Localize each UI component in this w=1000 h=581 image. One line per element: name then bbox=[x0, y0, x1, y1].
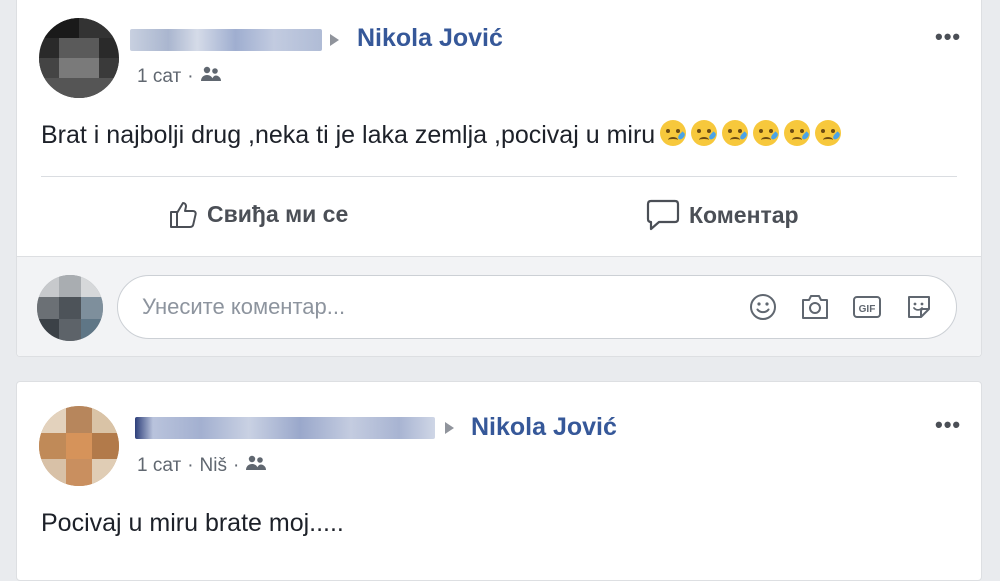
friends-audience-icon[interactable] bbox=[245, 455, 267, 477]
crying-face-emoji-icon bbox=[753, 120, 780, 146]
post-time[interactable]: 1 сат bbox=[137, 455, 181, 477]
user-avatar[interactable] bbox=[37, 275, 103, 341]
post-text: Pocivaj u miru brate moj..... bbox=[41, 509, 344, 537]
share-arrow-icon bbox=[445, 422, 454, 434]
svg-text:GIF: GIF bbox=[859, 304, 876, 315]
post-text: Brat i najbolji drug ,neka ti je laka ze… bbox=[41, 120, 842, 150]
thumbs-up-icon bbox=[170, 202, 197, 228]
divider bbox=[41, 176, 957, 177]
crying-face-emoji-icon bbox=[784, 120, 811, 146]
sticker-icon[interactable] bbox=[902, 290, 936, 324]
like-button[interactable]: Свиђа ми се bbox=[167, 198, 348, 230]
camera-icon[interactable] bbox=[798, 290, 832, 324]
crying-face-emoji-icon bbox=[722, 120, 749, 146]
target-profile-name[interactable]: Nikola Jović bbox=[357, 24, 503, 53]
blurred-author-name[interactable] bbox=[130, 29, 322, 51]
crying-face-emoji-icon bbox=[691, 120, 718, 146]
crying-face-emoji-icon bbox=[815, 120, 842, 146]
post-meta: 1 сат · bbox=[137, 66, 222, 88]
like-label: Свиђа ми се bbox=[207, 200, 349, 227]
share-arrow-icon bbox=[330, 34, 339, 46]
crying-face-emoji-icon bbox=[660, 120, 687, 146]
crying-emoji-row bbox=[655, 120, 842, 149]
friends-audience-icon[interactable] bbox=[200, 66, 222, 88]
comment-label: Коментар bbox=[689, 201, 799, 228]
target-profile-name[interactable]: Nikola Jović bbox=[471, 413, 617, 442]
speech-bubble-icon bbox=[646, 199, 680, 231]
more-options-icon[interactable]: ••• bbox=[935, 412, 961, 438]
comment-composer: GIF bbox=[17, 256, 981, 356]
emoji-icon[interactable] bbox=[746, 290, 780, 324]
comment-input[interactable] bbox=[140, 293, 704, 321]
blurred-author-name[interactable] bbox=[135, 417, 435, 439]
post-time[interactable]: 1 сат bbox=[137, 66, 181, 88]
author-avatar[interactable] bbox=[39, 18, 119, 98]
author-avatar[interactable] bbox=[39, 406, 119, 486]
gif-icon[interactable]: GIF bbox=[850, 290, 884, 324]
more-options-icon[interactable]: ••• bbox=[935, 24, 961, 50]
post-card: Nikola Jović 1 сат · Niš · ••• Pocivaj u… bbox=[16, 381, 982, 581]
comment-input-wrapper: GIF bbox=[117, 275, 957, 339]
post-location[interactable]: Niš bbox=[200, 455, 227, 477]
comment-button[interactable]: Коментар bbox=[645, 198, 799, 232]
post-card: Nikola Jović 1 сат · ••• Brat i najbolji… bbox=[16, 0, 982, 357]
post-meta: 1 сат · Niš · bbox=[137, 455, 267, 477]
